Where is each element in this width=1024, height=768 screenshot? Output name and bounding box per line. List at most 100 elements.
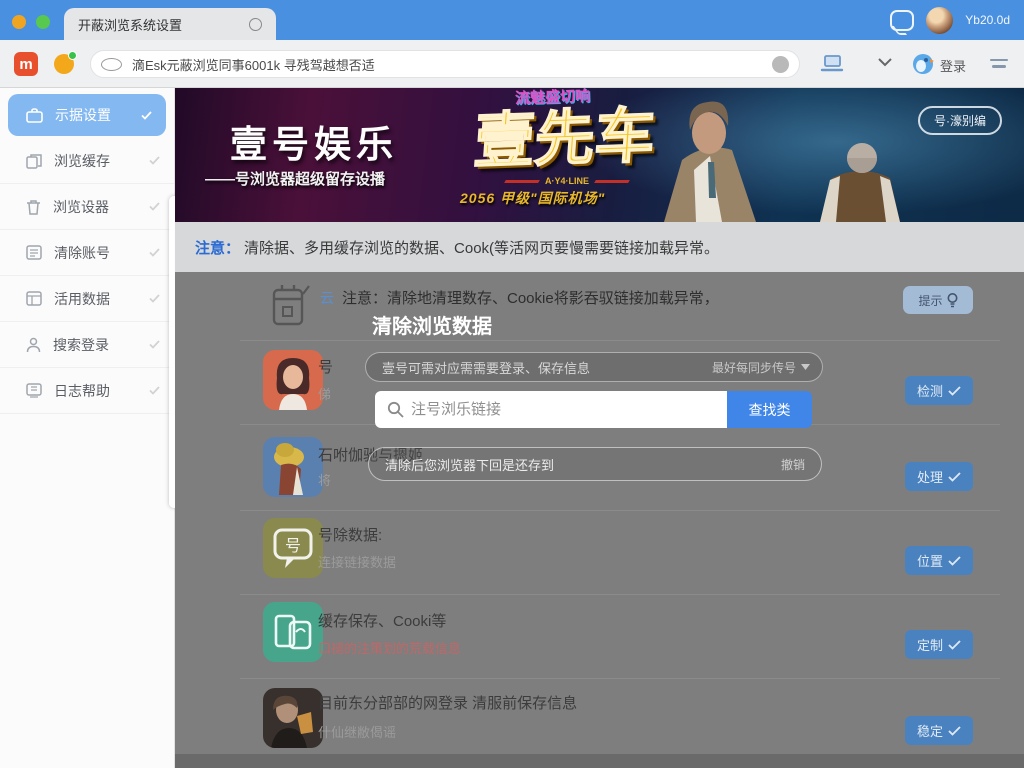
- calendar-edit-icon: [270, 282, 310, 328]
- minimize-button[interactable]: [12, 15, 26, 29]
- notice-bar: 注意： 清除据、多用缓存浏览的数据、Cook(等活网页要慢需要链接加载异常。: [175, 222, 1024, 272]
- promo-banner[interactable]: 壹号娱乐 ——号浏览器超级留存设播 流魅盛切响 壹先车 A·Y4·LINE 20…: [175, 88, 1024, 222]
- chevron-down-icon[interactable]: [878, 58, 892, 67]
- check-icon: [948, 386, 961, 396]
- search-input[interactable]: [375, 391, 727, 428]
- row-title: 缓存保存、Cooki等: [318, 610, 446, 631]
- tab-title: 开蔽浏览系统设置: [78, 15, 249, 34]
- sidebar-item-log-help[interactable]: 日志帮助: [0, 368, 174, 414]
- banner-ribbon: A·Y4·LINE: [505, 176, 629, 186]
- dialog-info-row: 壹号可需对应需需要登录、保存信息 最好每同步传号: [365, 352, 823, 382]
- undo-link[interactable]: 撤销: [781, 456, 805, 473]
- detect-button[interactable]: 检测: [905, 376, 973, 405]
- mascot-icon[interactable]: [912, 53, 934, 75]
- row-divider: [240, 594, 1000, 595]
- stabilize-button[interactable]: 稳定: [905, 716, 973, 745]
- sidebar-item-search-login[interactable]: 搜索登录: [0, 322, 174, 368]
- row-divider: [240, 510, 1000, 511]
- check-icon: [149, 294, 160, 303]
- sidebar-item-label: 搜索登录: [53, 335, 149, 355]
- alert-text: 注意：清除地清理数存、Cookie将影吞驭链接加载异常，: [342, 287, 719, 308]
- search-icon: [387, 401, 404, 418]
- address-text: 滴Esk元蔽浏览同事6001k 寻残驾越想否适: [132, 55, 772, 74]
- dimmed-content: 云 注意：清除地清理数存、Cookie将影吞驭链接加载异常， 提示 号 俤 检测: [175, 272, 1024, 768]
- row-subtitle: 将: [318, 470, 331, 489]
- caret-down-icon: [801, 364, 810, 370]
- sidebar-item-activity-data[interactable]: 活用数据: [0, 276, 174, 322]
- sidebar-item-clear-account[interactable]: 清除账号: [0, 230, 174, 276]
- check-icon: [149, 386, 160, 395]
- tip-button[interactable]: 提示: [903, 286, 973, 314]
- version-label: Yb20.0d: [965, 13, 1010, 27]
- check-icon: [948, 726, 961, 736]
- banner-tagline: 2056 甲级"国际机场": [460, 188, 605, 208]
- check-icon: [948, 556, 961, 566]
- notification-badge: [68, 51, 77, 60]
- profile-orb-icon[interactable]: [54, 54, 74, 74]
- address-bar[interactable]: 滴Esk元蔽浏览同事6001k 寻残驾越想否适: [90, 50, 800, 78]
- app-icon-photo: [263, 688, 323, 748]
- person-icon: [26, 337, 41, 353]
- panel-icon: [26, 291, 42, 306]
- check-icon: [149, 202, 160, 211]
- row-divider: [240, 678, 1000, 679]
- browser-window: 开蔽浏览系统设置 Yb20.0d m 滴Esk元蔽浏览同事6001k 寻残驾越想…: [0, 0, 1024, 768]
- check-icon: [149, 248, 160, 257]
- row-title: 号除数据:: [318, 524, 382, 545]
- sidebar-item-label: 清除账号: [54, 243, 149, 263]
- bottom-strip: [175, 754, 1024, 768]
- row-subtitle: 什仙继敝偈谣: [318, 722, 396, 741]
- cloud-mini-glyph: 云: [320, 288, 334, 308]
- browser-tab[interactable]: 开蔽浏览系统设置: [64, 8, 276, 40]
- site-info-icon[interactable]: [101, 58, 122, 71]
- app-logo-icon[interactable]: m: [14, 52, 38, 76]
- search-button[interactable]: 查找类: [727, 391, 812, 428]
- sidebar-item-browser-settings[interactable]: 浏览设器: [0, 184, 174, 230]
- login-label[interactable]: 登录: [940, 56, 966, 75]
- window-titlebar: 开蔽浏览系统设置 Yb20.0d: [0, 0, 1024, 40]
- svg-text:号: 号: [285, 537, 301, 555]
- check-icon: [141, 111, 152, 120]
- dialog-hint-row: 清除后您浏览器下回是还存到 撤销: [368, 447, 822, 481]
- sidebar-item-label: 日志帮助: [54, 381, 149, 401]
- dialog-search-bar: 查找类: [375, 391, 812, 428]
- dialog-hint-text: 清除后您浏览器下回是还存到: [385, 455, 781, 474]
- row-title: 目前东分部部的网登录 清服前保存信息: [318, 692, 577, 713]
- settings-content: 壹号娱乐 ——号浏览器超级留存设播 流魅盛切响 壹先车 A·Y4·LINE 20…: [175, 88, 1024, 768]
- browser-toolbar: m 滴Esk元蔽浏览同事6001k 寻残驾越想否适 登录: [0, 40, 1024, 88]
- sidebar-item-label: 浏览缓存: [54, 151, 149, 171]
- user-avatar[interactable]: [926, 7, 953, 34]
- banner-subtitle: ——号浏览器超级留存设播: [205, 168, 385, 189]
- briefcase-icon: [26, 108, 43, 123]
- app-icon-woman-avatar: [263, 350, 323, 410]
- banner-glitch-text: 流魅盛切响: [515, 88, 591, 108]
- banner-title: 壹号娱乐: [230, 114, 398, 168]
- location-button[interactable]: 位置: [905, 546, 973, 575]
- bookmark-icon[interactable]: [772, 56, 789, 73]
- tab-loading-icon: [249, 18, 262, 31]
- customize-button[interactable]: 定制: [905, 630, 973, 659]
- notice-prefix: 注意：: [195, 237, 240, 258]
- book-icon: [26, 383, 42, 398]
- check-icon: [948, 472, 961, 482]
- dialog-title: 清除浏览数据: [372, 310, 492, 339]
- app-icon-cartoon-hat: [263, 437, 323, 497]
- banner-action-pill[interactable]: 号·濠别编: [918, 106, 1002, 135]
- sidebar-item-label: 活用数据: [54, 289, 149, 309]
- device-sync-icon[interactable]: [820, 55, 844, 73]
- trash-icon: [26, 199, 41, 215]
- sync-dropdown[interactable]: 最好每同步传号: [712, 359, 810, 376]
- titlebar-actions: Yb20.0d: [890, 0, 1010, 40]
- zoom-button[interactable]: [36, 15, 50, 29]
- chat-icon[interactable]: [890, 10, 914, 31]
- lightbulb-icon: [947, 293, 958, 308]
- process-button[interactable]: 处理: [905, 462, 973, 491]
- row-divider: [240, 340, 1000, 341]
- sidebar-item-browse-cache[interactable]: 浏览缓存: [0, 138, 174, 184]
- check-icon: [948, 640, 961, 650]
- notice-text: 清除据、多用缓存浏览的数据、Cook(等活网页要慢需要链接加载异常。: [244, 237, 719, 258]
- sidebar-item-general-settings[interactable]: 示据设置: [8, 94, 166, 136]
- settings-sidebar: 示据设置 浏览缓存 浏览设器 清除账号 活用数据 搜索登录: [0, 88, 175, 768]
- app-icon-chat-bubble: 号: [263, 518, 323, 578]
- menu-icon[interactable]: [990, 59, 1008, 72]
